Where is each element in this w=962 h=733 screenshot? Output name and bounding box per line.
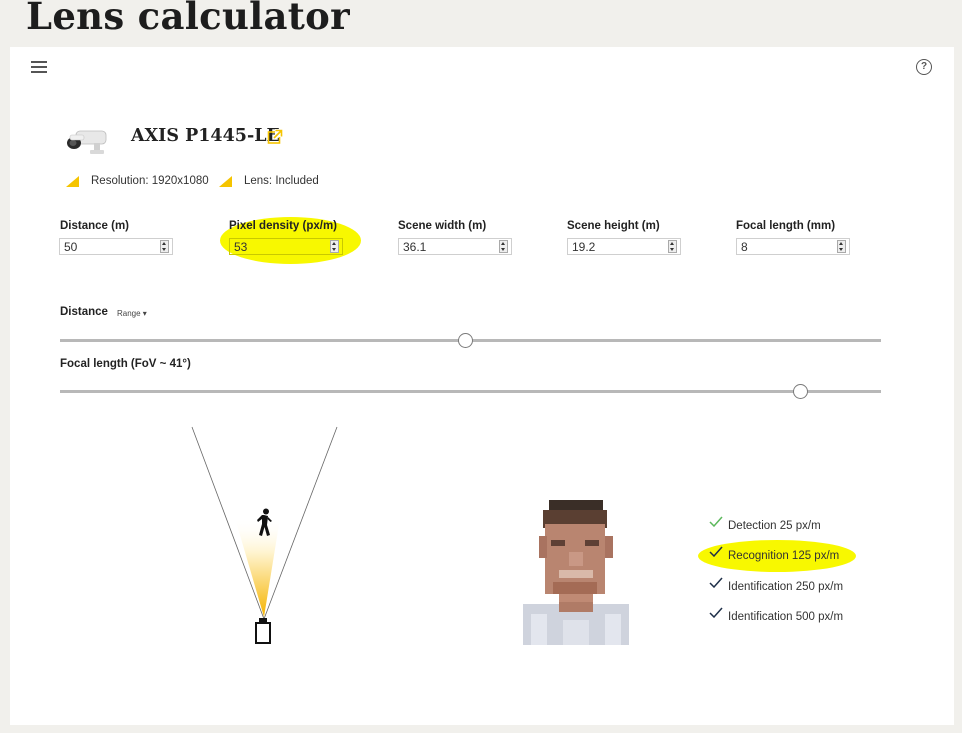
focal-length-value: 8 [741, 240, 748, 254]
scene-width-spinner[interactable] [499, 240, 508, 253]
recognition-check-icon [709, 546, 723, 557]
distance-value: 50 [64, 240, 78, 254]
lens-spec: Lens: Included [244, 175, 319, 187]
scene-height-input[interactable]: 19.2 [567, 238, 681, 255]
scene-height-value: 19.2 [572, 240, 596, 254]
identification-250-level: Identification 250 px/m [728, 581, 844, 593]
identification-500-level: Identification 500 px/m [728, 611, 844, 623]
identification-250-check-icon [709, 577, 723, 588]
resolution-marker-icon [66, 176, 79, 187]
pixel-density-input[interactable]: 53 [229, 238, 343, 255]
focal-length-input[interactable]: 8 [736, 238, 850, 255]
hamburger-menu-icon[interactable] [31, 61, 47, 73]
focal-slider-label: Focal length (FoV ~ 41°) [60, 358, 191, 370]
pixel-density-value: 53 [234, 240, 248, 254]
lens-marker-icon [219, 176, 232, 187]
scene-width-input[interactable]: 36.1 [398, 238, 512, 255]
scene-width-label: Scene width (m) [398, 220, 487, 232]
identification-500-check-icon [709, 607, 723, 618]
scene-height-spinner[interactable] [668, 240, 677, 253]
focal-slider-handle[interactable] [793, 384, 808, 399]
resolution-spec: Resolution: 1920x1080 [91, 175, 209, 187]
help-icon[interactable]: ? [916, 59, 932, 75]
page-title: Lens calculator [26, 0, 350, 38]
scene-width-value: 36.1 [403, 240, 427, 254]
focal-slider-track[interactable] [60, 390, 881, 393]
detection-level: Detection 25 px/m [728, 520, 821, 532]
calculator-panel: ? AXIS P1445-LE Resolution: 1920x1080 Le… [10, 47, 954, 725]
detection-check-icon [709, 516, 723, 527]
pixelated-face-image [523, 500, 629, 645]
pixel-density-label: Pixel density (px/m) [229, 220, 338, 232]
distance-slider-handle[interactable] [458, 333, 473, 348]
camera-product-image [67, 130, 107, 154]
distance-label: Distance (m) [60, 220, 130, 232]
focal-length-label: Focal length (mm) [736, 220, 836, 232]
recognition-level: Recognition 125 px/m [728, 550, 840, 562]
product-name: AXIS P1445-LE [131, 126, 280, 146]
range-dropdown[interactable]: Range ▾ [117, 309, 147, 318]
pixel-density-spinner[interactable] [330, 240, 339, 253]
distance-spinner[interactable] [160, 240, 169, 253]
external-link-icon[interactable] [267, 129, 283, 145]
camera-icon [255, 618, 271, 644]
distance-slider-label: Distance [60, 306, 108, 318]
focal-length-spinner[interactable] [837, 240, 846, 253]
distance-input[interactable]: 50 [59, 238, 173, 255]
scene-height-label: Scene height (m) [567, 220, 660, 232]
walking-person-icon [257, 508, 272, 536]
